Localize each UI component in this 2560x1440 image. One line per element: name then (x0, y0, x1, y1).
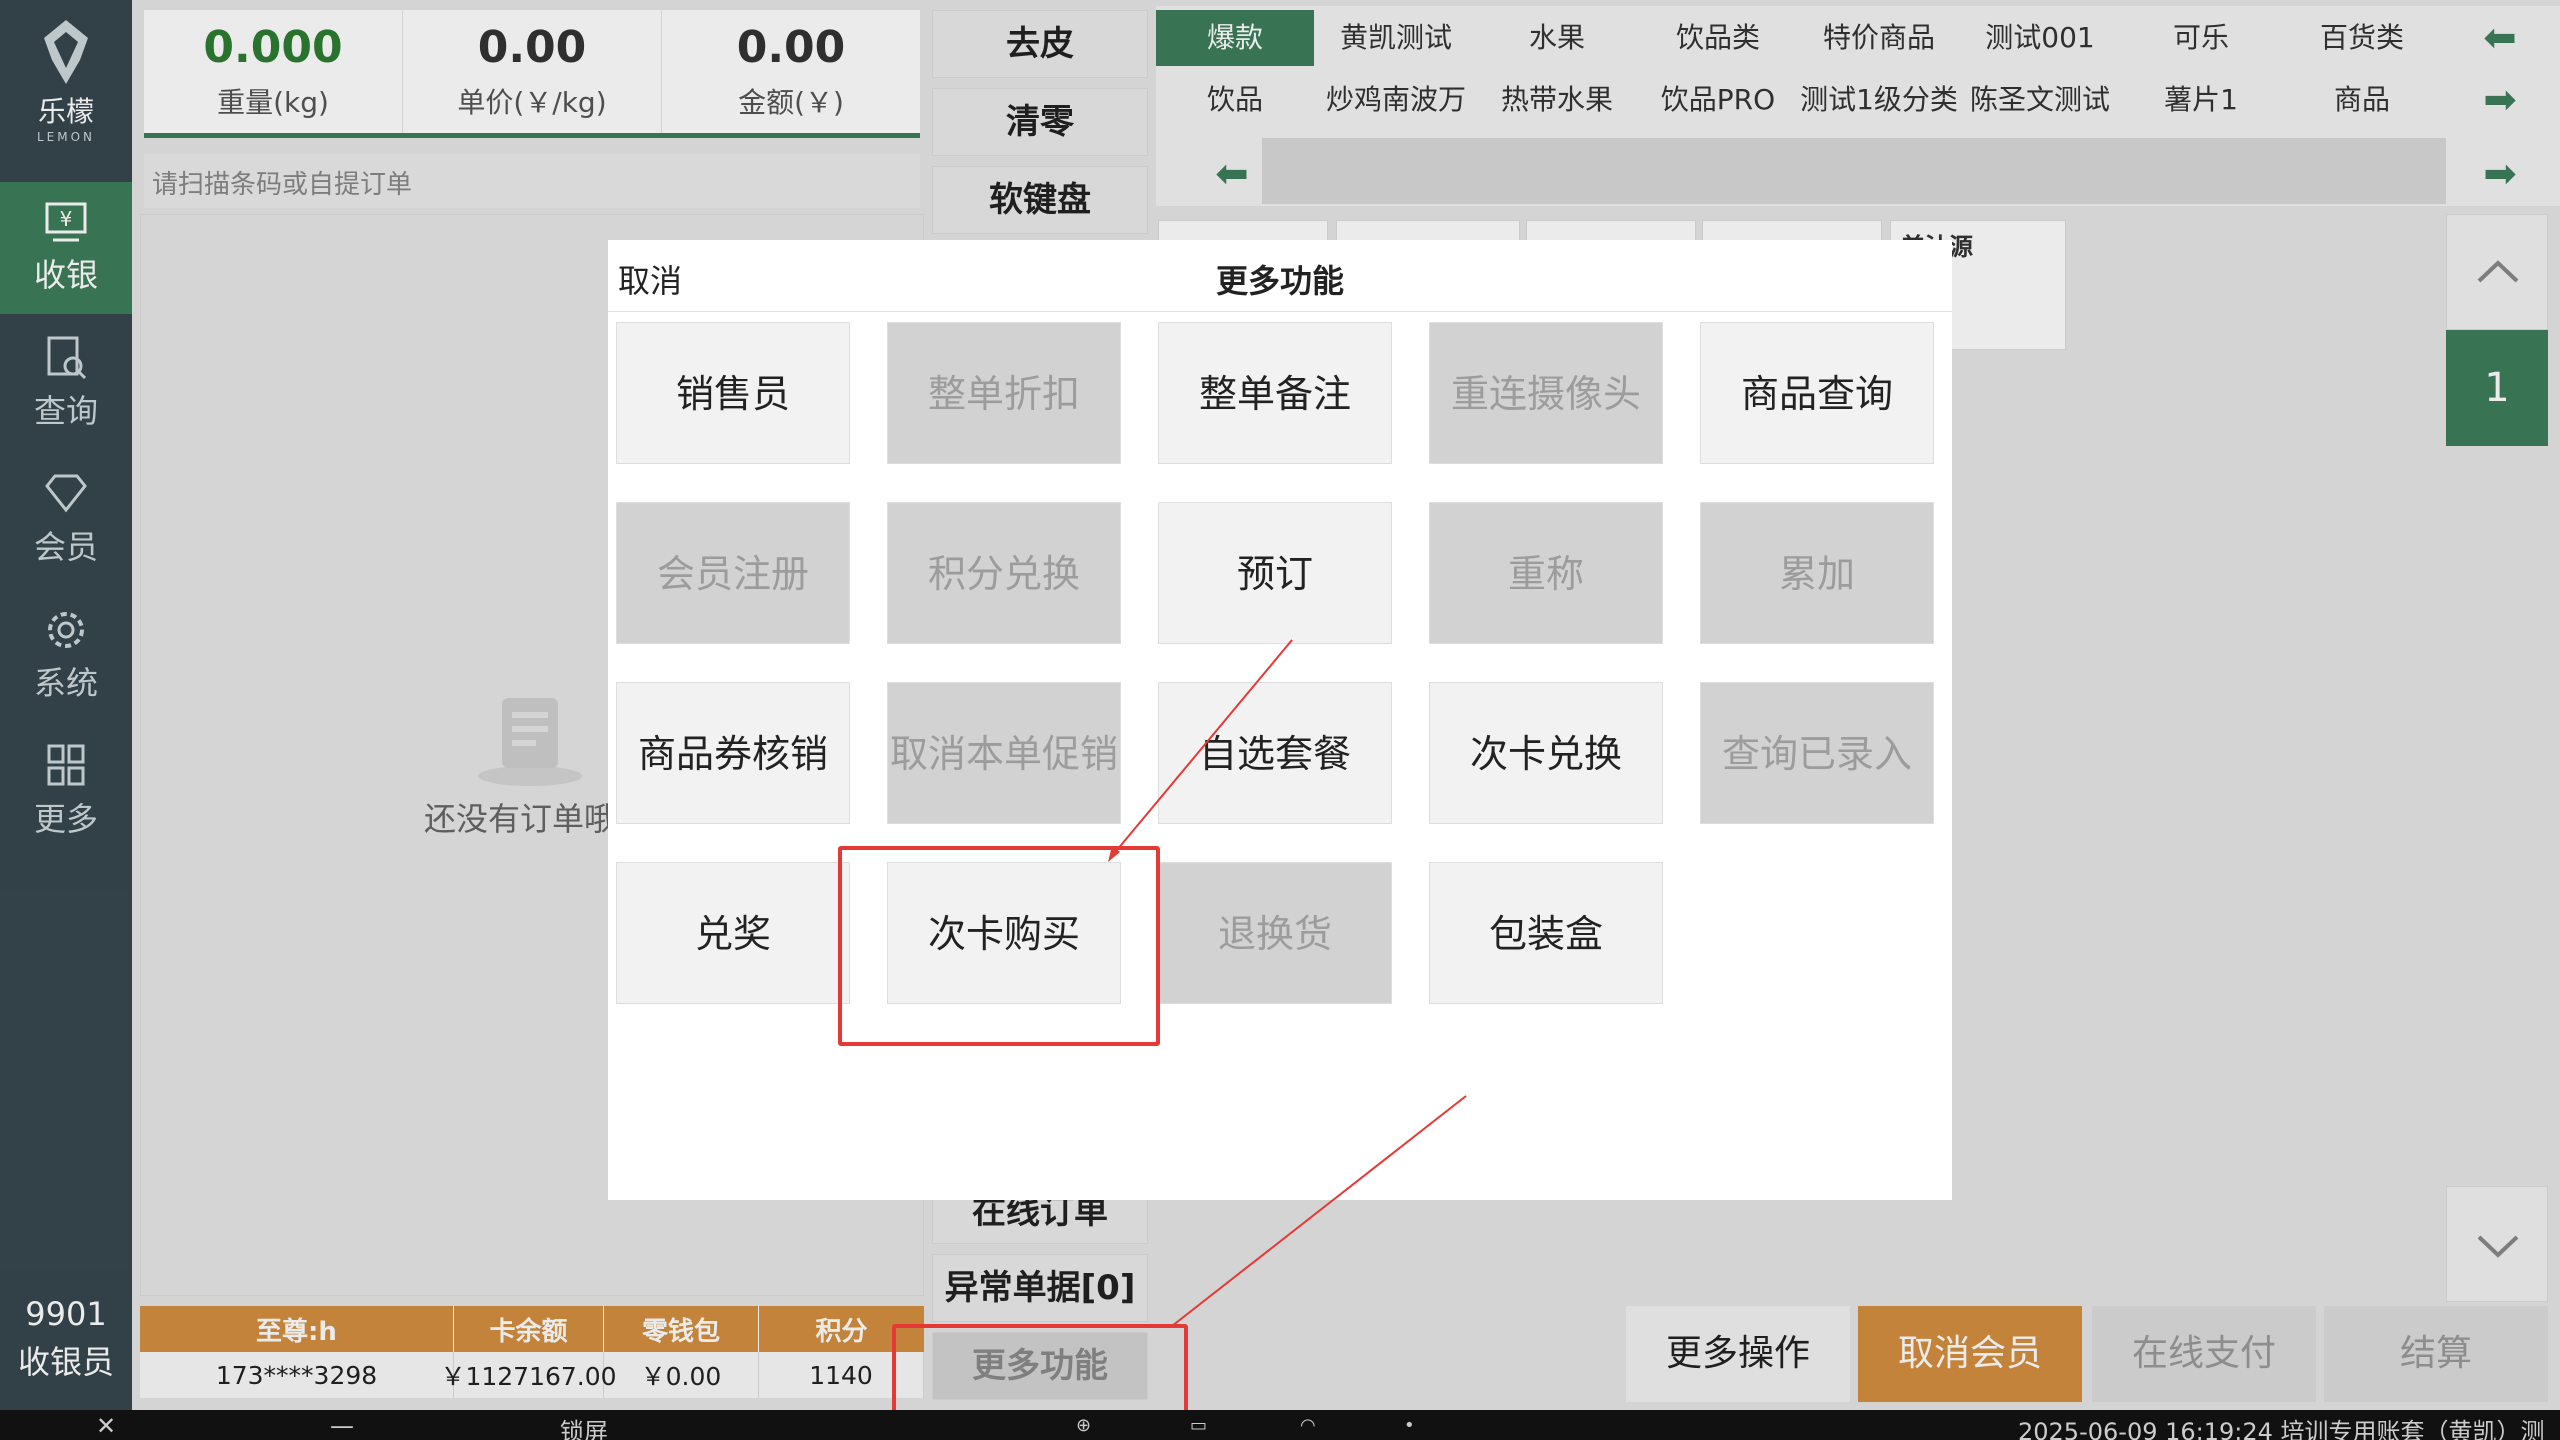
packaging-box-button[interactable]: 包装盒 (1429, 862, 1663, 1004)
prize-redeem-button[interactable]: 兑奖 (616, 862, 850, 1004)
status-text: 2025-06-09 16:19:24 培训专用账套（黄凯）测试 (2018, 1418, 2545, 1440)
highlight-punch-card-purchase (838, 846, 1160, 1046)
dialog-header: 更多功能 取消 (608, 240, 1952, 312)
dialog-title: 更多功能 (1215, 262, 1344, 300)
dot-icon: • (1404, 1415, 1415, 1436)
query-entered-button[interactable]: 查询已录入 (1700, 682, 1934, 824)
reweigh-button[interactable]: 重称 (1429, 502, 1663, 644)
dialog-cancel-button[interactable]: 取消 (618, 256, 682, 302)
minimize-icon[interactable]: — (330, 1412, 354, 1440)
coupon-redeem-button[interactable]: 商品券核销 (616, 682, 850, 824)
salesperson-button[interactable]: 销售员 (616, 322, 850, 464)
highlight-more-functions (892, 1324, 1188, 1418)
points-exchange-button[interactable]: 积分兑换 (887, 502, 1121, 644)
return-exchange-button[interactable]: 退换货 (1158, 862, 1392, 1004)
accumulate-button[interactable]: 累加 (1700, 502, 1934, 644)
product-query-button[interactable]: 商品查询 (1700, 322, 1934, 464)
member-register-button[interactable]: 会员注册 (616, 502, 850, 644)
reconnect-camera-button[interactable]: 重连摄像头 (1429, 322, 1663, 464)
more-functions-dialog: 更多功能 取消 销售员 整单折扣 整单备注 重连摄像头 商品查询 会员注册 积分… (608, 240, 1952, 1200)
lock-screen-button[interactable]: 锁屏 (560, 1412, 608, 1440)
monitor-icon: ▭ (1190, 1415, 1208, 1436)
globe-icon: ⊕ (1076, 1415, 1092, 1436)
cancel-promotion-button[interactable]: 取消本单促销 (887, 682, 1121, 824)
order-discount-button[interactable]: 整单折扣 (887, 322, 1121, 464)
punch-card-redeem-button[interactable]: 次卡兑换 (1429, 682, 1663, 824)
custom-combo-button[interactable]: 自选套餐 (1158, 682, 1392, 824)
reservation-button[interactable]: 预订 (1158, 502, 1392, 644)
taskbar: ✕ — 锁屏 ⊕ ▭ ◠ • 2025-06-09 16:19:24 培训专用账… (0, 1410, 2560, 1440)
order-note-button[interactable]: 整单备注 (1158, 322, 1392, 464)
wifi-icon: ◠ (1300, 1415, 1316, 1436)
close-icon[interactable]: ✕ (96, 1412, 116, 1440)
